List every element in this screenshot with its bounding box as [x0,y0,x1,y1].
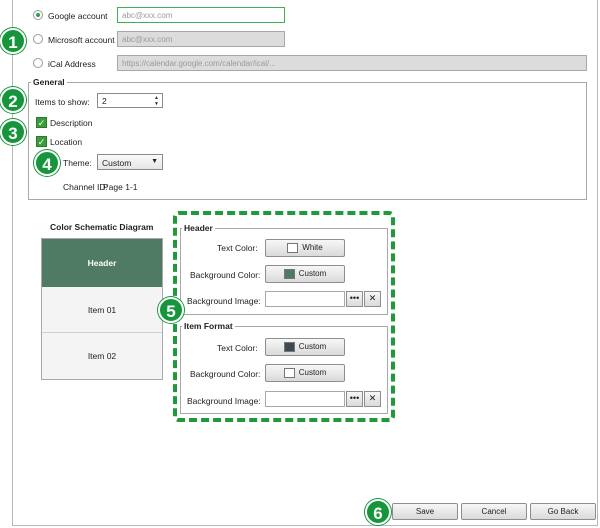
channel-id-value: Page 1-1 [103,182,138,192]
ical-address-label: iCal Address [48,59,96,69]
channel-id-label: Channel ID: [63,182,108,192]
save-button[interactable]: Save [392,503,458,520]
theme-select[interactable]: Custom ▼ [97,154,163,170]
chevron-down-icon: ▼ [151,158,158,165]
ical-url-field[interactable]: https://calendar.google.com/calendar/ica… [117,55,587,71]
callout-badge-4: 4 [34,150,60,176]
callout-badge-6: 6 [365,499,391,525]
callout-badge-1: 1 [0,28,26,54]
diagram-item1-cell: Item 01 [42,287,162,333]
ical-address-radio[interactable] [33,58,43,68]
description-label: Description [50,118,93,128]
items-to-show-stepper[interactable]: 2 ▲ ▼ [97,93,163,108]
cancel-button[interactable]: Cancel [461,503,527,520]
diagram-title: Color Schematic Diagram [50,222,154,232]
location-label: Location [50,137,83,147]
description-checkbox[interactable]: ✓ [36,117,47,128]
callout-badge-5: 5 [158,297,184,323]
microsoft-account-label: Microsoft account [48,35,115,45]
callout-badge-2: 2 [0,87,26,113]
location-checkbox[interactable]: ✓ [36,136,47,147]
items-to-show-value: 2 [102,96,107,106]
stepper-arrows-icon[interactable]: ▲ ▼ [153,95,160,107]
google-account-radio[interactable] [33,10,43,20]
diagram-item2-cell: Item 02 [42,333,162,379]
items-to-show-label: Items to show: [35,97,90,107]
color-schematic-diagram: Header Item 01 Item 02 [41,238,163,380]
microsoft-email-field[interactable]: abc@xxx.com [117,31,285,47]
theme-label: Theme: [63,158,92,168]
microsoft-account-radio[interactable] [33,34,43,44]
general-title: General [31,77,67,87]
google-account-label: Google account [48,11,108,21]
diagram-header-cell: Header [42,239,162,287]
google-email-field[interactable]: abc@xxx.com [117,7,285,23]
theme-value: Custom [102,158,132,168]
go-back-button[interactable]: Go Back [530,503,596,520]
highlight-outline [173,211,395,422]
callout-badge-3: 3 [0,119,26,145]
